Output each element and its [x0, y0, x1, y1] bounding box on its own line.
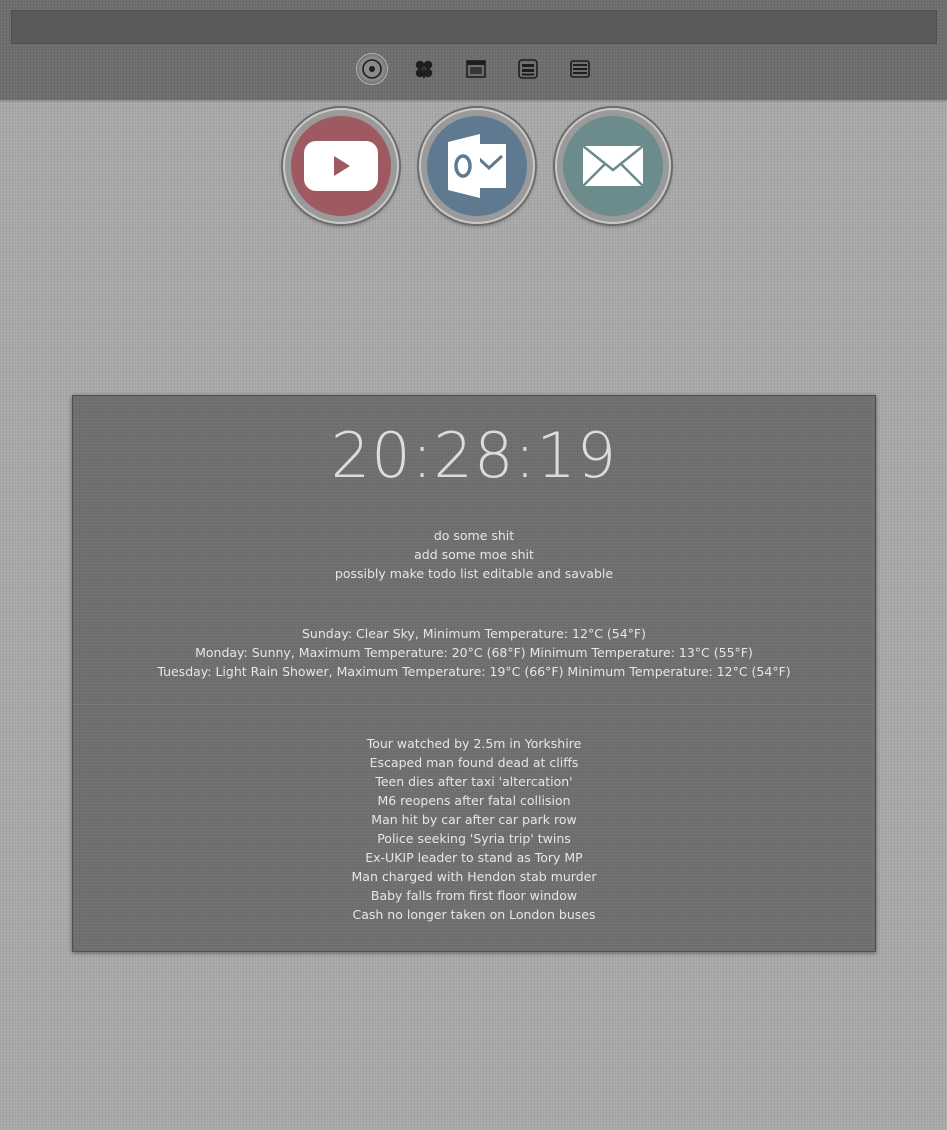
section-divider	[73, 704, 875, 705]
clover-icon[interactable]	[409, 54, 439, 84]
outlook-icon	[447, 134, 506, 198]
address-bar[interactable]	[11, 10, 937, 44]
mail-shortcut-face	[562, 116, 663, 216]
todo-item: add some moe shit	[414, 547, 534, 562]
news-headline[interactable]: Police seeking 'Syria trip' twins	[73, 829, 875, 848]
window-icon[interactable]	[461, 54, 491, 84]
youtube-shortcut-face	[290, 116, 391, 216]
news-headline[interactable]: Teen dies after taxi 'altercation'	[73, 772, 875, 791]
stack-icon[interactable]	[565, 54, 595, 84]
shortcut-row	[0, 108, 947, 224]
weather-day: Sunday: Clear Sky, Minimum Temperature: …	[301, 626, 646, 641]
weather-forecast: Sunday: Clear Sky, Minimum Temperature: …	[73, 624, 875, 681]
news-headline[interactable]: Baby falls from first floor window	[73, 886, 875, 905]
news-headline[interactable]: Tour watched by 2.5m in Yorkshire	[73, 734, 875, 753]
news-headline[interactable]: Man charged with Hendon stab murder	[73, 867, 875, 886]
outlook-shortcut-face	[426, 116, 527, 216]
news-headline[interactable]: M6 reopens after fatal collision	[73, 791, 875, 810]
dotnet-icon[interactable]	[513, 54, 543, 84]
news-headline[interactable]: Man hit by car after car park row	[73, 810, 875, 829]
news-headline[interactable]: Ex-UKIP leader to stand as Tory MP	[73, 848, 875, 867]
news-headlines: Tour watched by 2.5m in Yorkshire Escape…	[73, 734, 875, 924]
target-icon[interactable]	[356, 54, 387, 84]
outlook-shortcut[interactable]	[418, 108, 535, 224]
todo-item: possibly make todo list editable and sav…	[334, 566, 614, 581]
dashboard-panel: 20:28:19 do some shit add some moe shit …	[72, 395, 876, 952]
tab-icon-row	[0, 54, 947, 86]
top-bar	[0, 0, 947, 100]
news-headline[interactable]: Escaped man found dead at cliffs	[73, 753, 875, 772]
todo-list: do some shit add some moe shit possibly …	[73, 526, 875, 583]
youtube-icon	[303, 141, 378, 191]
weather-day: Monday: Sunny, Maximum Temperature: 20°C…	[195, 645, 753, 660]
mail-icon	[581, 145, 644, 187]
clock-display: 20:28:19	[330, 419, 618, 492]
youtube-shortcut[interactable]	[282, 108, 399, 224]
mail-shortcut[interactable]	[554, 108, 671, 224]
todo-item: do some shit	[433, 528, 515, 543]
weather-day: Tuesday: Light Rain Shower, Maximum Temp…	[157, 664, 791, 679]
news-headline[interactable]: Cash no longer taken on London buses	[73, 905, 875, 924]
